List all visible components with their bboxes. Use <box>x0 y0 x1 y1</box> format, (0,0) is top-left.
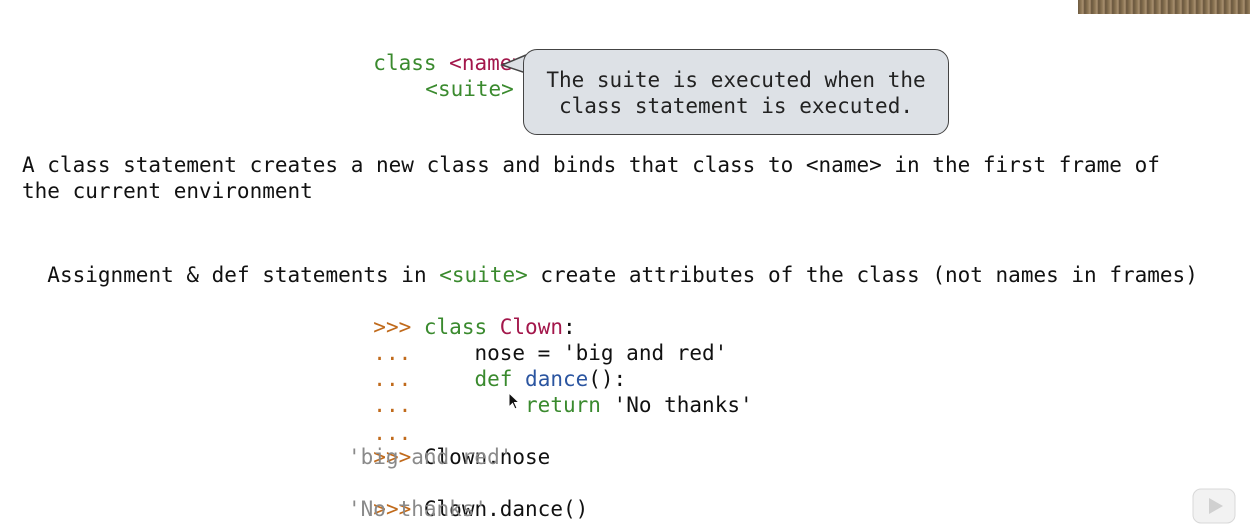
code-line-3: ... def dance(): <box>348 340 626 391</box>
callout-bubble: The suite is executed when the class sta… <box>523 49 949 135</box>
paragraph-2-after: create attributes of the class (not name… <box>527 263 1198 287</box>
paragraph-1-line-2: the current environment <box>22 179 313 203</box>
syntax-line-class: class <name>: <box>348 24 537 75</box>
paragraph-2-before: Assignment & def statements in <box>47 263 440 287</box>
return-value: 'No thanks' <box>613 393 753 417</box>
paragraph-2: Assignment & def statements in <suite> c… <box>22 236 1198 287</box>
suite-placeholder: <suite> <box>425 77 514 101</box>
code-line-2: ... nose = 'big and red' <box>348 314 727 365</box>
mouse-pointer-icon <box>508 392 520 410</box>
video-thumbnail[interactable] <box>1078 0 1250 14</box>
return-keyword: return <box>525 393 601 417</box>
code-line-8: >>> Clown.dance() <box>348 470 588 521</box>
code-line-1: >>> class Clown: <box>348 288 575 339</box>
play-icon[interactable] <box>1192 488 1236 524</box>
syntax-line-suite: <suite> <box>400 50 514 101</box>
callout-line-1: The suite is executed when the <box>546 68 926 92</box>
callout-line-2: class statement is executed. <box>558 94 913 118</box>
paragraph-2-suite: <suite> <box>439 263 528 287</box>
code-output-1: 'big and red' <box>348 445 513 469</box>
code-line-5: ... <box>348 394 411 445</box>
code-line-6: >>> Clown.nose <box>348 418 550 469</box>
paragraph-1-line-1: A class statement creates a new class an… <box>22 153 1160 177</box>
code-output-2: 'No thanks' <box>348 497 488 521</box>
code-line-4: ... return 'No thanks' <box>348 366 752 417</box>
